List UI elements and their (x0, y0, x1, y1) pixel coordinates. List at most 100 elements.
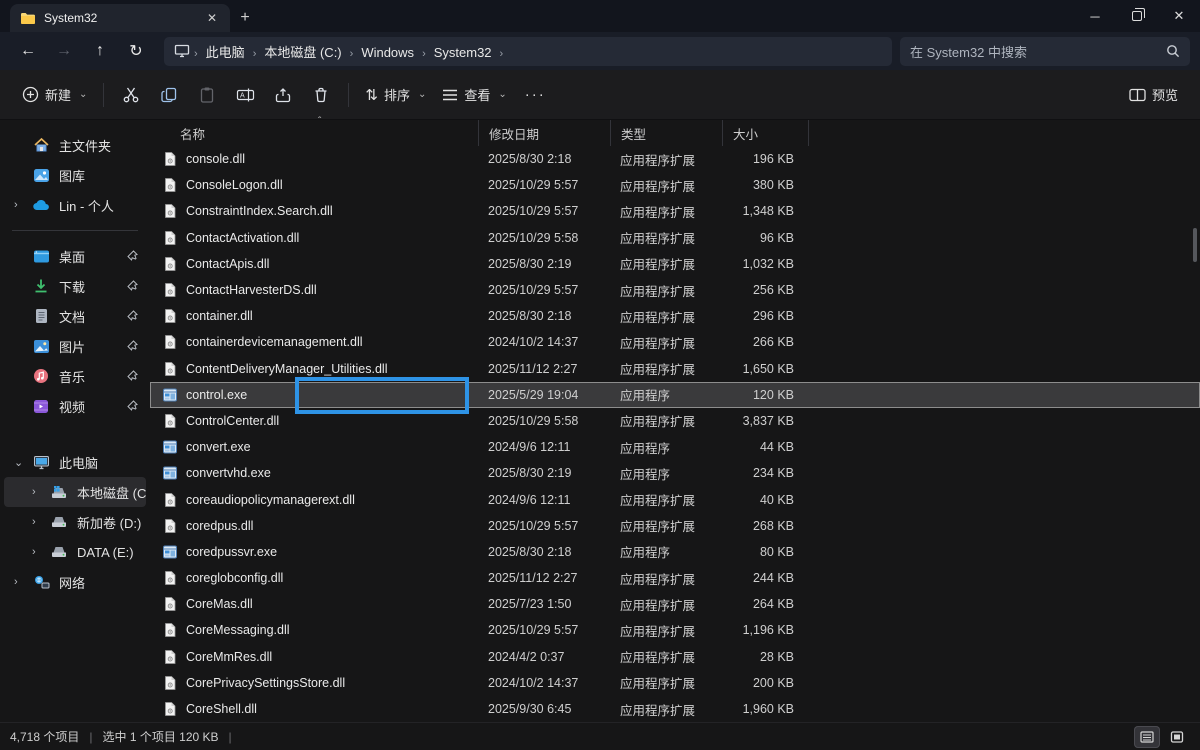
new-button[interactable]: 新建 ⌄ (14, 79, 95, 110)
preview-button[interactable]: 预览 (1121, 79, 1186, 110)
restore-button[interactable] (1116, 0, 1158, 32)
file-row[interactable]: ContentDeliveryManager_Utilities.dll2025… (150, 356, 1200, 382)
file-row[interactable]: CoreMmRes.dll2024/4/2 0:37应用程序扩展28 KB (150, 644, 1200, 670)
chevron-icon[interactable]: › (32, 516, 50, 528)
navigation-bar: ← → ↑ ↻ ›此电脑›本地磁盘 (C:)›Windows›System32›… (0, 32, 1200, 70)
home-icon (32, 136, 50, 154)
sidebar-item-home[interactable]: 主文件夹 (4, 130, 146, 160)
gallery-icon (32, 166, 50, 184)
sidebar-item-thispc[interactable]: ⌄ 此电脑 (4, 447, 146, 477)
sidebar-item-desktop[interactable]: 桌面 (4, 241, 146, 271)
sidebar-item-drive[interactable]: ›DATA (E:) (4, 537, 146, 567)
sidebar-item-label: 视频 (59, 397, 127, 416)
file-row[interactable]: ConsoleLogon.dll2025/10/29 5:57应用程序扩展380… (150, 172, 1200, 198)
sort-button-label: 排序 (384, 85, 410, 104)
file-name: ConstraintIndex.Search.dll (150, 203, 478, 219)
restore-icon (1132, 11, 1142, 21)
file-row[interactable]: ConstraintIndex.Search.dll2025/10/29 5:5… (150, 198, 1200, 224)
file-size: 44 KB (722, 440, 808, 454)
file-type: 应用程序扩展 (610, 176, 722, 195)
file-date-modified: 2024/10/2 14:37 (478, 676, 610, 690)
icons-view-button[interactable] (1164, 726, 1190, 748)
sidebar-item-label: 桌面 (59, 247, 127, 266)
sidebar-divider (12, 230, 138, 231)
dll-file-icon (162, 413, 178, 429)
details-view-button[interactable] (1134, 726, 1160, 748)
file-date-modified: 2025/5/29 19:04 (478, 388, 610, 402)
sidebar-item-label: 此电脑 (59, 453, 146, 472)
rename-button[interactable]: A (226, 78, 264, 112)
breadcrumb-item[interactable]: System32 (428, 43, 498, 62)
file-row[interactable]: ContactActivation.dll2025/10/29 5:58应用程序… (150, 225, 1200, 251)
copy-button[interactable] (150, 78, 188, 112)
vertical-scrollbar[interactable] (1193, 228, 1197, 262)
file-row[interactable]: ContactApis.dll2025/8/30 2:19应用程序扩展1,032… (150, 251, 1200, 277)
file-row[interactable]: ContactHarvesterDS.dll2025/10/29 5:57应用程… (150, 277, 1200, 303)
search-box[interactable]: 在 System32 中搜索 (900, 37, 1190, 66)
up-button[interactable]: ↑ (82, 36, 118, 66)
file-row[interactable]: containerdevicemanagement.dll2024/10/2 1… (150, 329, 1200, 355)
sidebar-item-drivec[interactable]: ›本地磁盘 (C:) (4, 477, 146, 507)
toolbar-divider (103, 83, 104, 107)
close-button[interactable]: ✕ (1158, 0, 1200, 32)
chevron-icon[interactable]: › (32, 486, 50, 498)
column-header-name[interactable]: 名称 (150, 120, 478, 146)
chevron-icon[interactable]: › (14, 576, 32, 588)
sidebar-item-onedrive[interactable]: ›Lin - 个人 (4, 190, 146, 220)
file-date-modified: 2025/10/29 5:57 (478, 283, 610, 297)
chevron-icon[interactable]: › (14, 199, 32, 211)
refresh-button[interactable]: ↻ (118, 36, 154, 66)
explorer-tab[interactable]: System32 ✕ (10, 4, 230, 32)
file-name: CorePrivacySettingsStore.dll (150, 675, 478, 691)
sidebar-item-drive[interactable]: ›新加卷 (D:) (4, 507, 146, 537)
file-type: 应用程序扩展 (610, 490, 722, 509)
file-type: 应用程序扩展 (610, 150, 722, 169)
rename-icon: A (236, 86, 255, 104)
sidebar-item-gallery[interactable]: 图库 (4, 160, 146, 190)
column-header-date[interactable]: 修改日期 (478, 120, 610, 146)
file-type: 应用程序 (610, 385, 722, 404)
file-row[interactable]: container.dll2025/8/30 2:18应用程序扩展296 KB (150, 303, 1200, 329)
file-row[interactable]: convertvhd.exe2025/8/30 2:19应用程序234 KB (150, 460, 1200, 486)
file-row[interactable]: coredpussvr.exe2025/8/30 2:18应用程序80 KB (150, 539, 1200, 565)
new-tab-button[interactable]: + (230, 4, 260, 32)
more-options-button[interactable]: ··· (515, 86, 556, 103)
file-row[interactable]: CoreShell.dll2025/9/30 6:45应用程序扩展1,960 K… (150, 696, 1200, 722)
address-bar[interactable]: ›此电脑›本地磁盘 (C:)›Windows›System32› (164, 37, 892, 66)
file-row[interactable]: console.dll2025/8/30 2:18应用程序扩展196 KB (150, 146, 1200, 172)
dll-file-icon (162, 701, 178, 717)
sidebar-item-music[interactable]: 音乐 (4, 361, 146, 391)
file-row[interactable]: CoreMas.dll2025/7/23 1:50应用程序扩展264 KB (150, 591, 1200, 617)
chevron-icon[interactable]: ⌄ (14, 456, 32, 469)
view-button[interactable]: 查看 ⌄ (434, 79, 514, 110)
breadcrumb-item[interactable]: Windows (355, 43, 420, 62)
forward-button[interactable]: → (46, 36, 82, 66)
sidebar-item-downloads[interactable]: 下载 (4, 271, 146, 301)
share-button[interactable] (264, 78, 302, 112)
file-row[interactable]: convert.exe2024/9/6 12:11应用程序44 KB (150, 434, 1200, 460)
sidebar-item-network[interactable]: ›网络 (4, 567, 146, 597)
back-button[interactable]: ← (10, 36, 46, 66)
sidebar-item-documents[interactable]: 文档 (4, 301, 146, 331)
delete-button[interactable] (302, 78, 340, 112)
sidebar-item-videos[interactable]: 视频 (4, 391, 146, 421)
column-header-type[interactable]: 类型 (610, 120, 722, 146)
file-type: 应用程序扩展 (610, 228, 722, 247)
file-row[interactable]: CorePrivacySettingsStore.dll2024/10/2 14… (150, 670, 1200, 696)
file-row[interactable]: ControlCenter.dll2025/10/29 5:58应用程序扩展3,… (150, 408, 1200, 434)
column-header-size[interactable]: 大小 (722, 120, 808, 146)
sort-button[interactable]: ⇅ 排序 ⌄ (357, 79, 434, 110)
minimize-button[interactable]: ─ (1074, 0, 1116, 32)
file-row[interactable]: CoreMessaging.dll2025/10/29 5:57应用程序扩展1,… (150, 617, 1200, 643)
file-row[interactable]: coreaudiopolicymanagerext.dll2024/9/6 12… (150, 486, 1200, 512)
breadcrumb-item[interactable]: 此电脑 (200, 43, 251, 62)
sidebar-item-pictures[interactable]: 图片 (4, 331, 146, 361)
tab-close-icon[interactable]: ✕ (202, 8, 222, 28)
cut-button[interactable] (112, 78, 150, 112)
chevron-icon[interactable]: › (32, 546, 50, 558)
file-row[interactable]: control.exe2025/5/29 19:04应用程序120 KB (150, 382, 1200, 408)
breadcrumb-item[interactable]: 本地磁盘 (C:) (258, 43, 347, 62)
paste-button[interactable] (188, 78, 226, 112)
file-row[interactable]: coreglobconfig.dll2025/11/12 2:27应用程序扩展2… (150, 565, 1200, 591)
file-row[interactable]: coredpus.dll2025/10/29 5:57应用程序扩展268 KB (150, 513, 1200, 539)
